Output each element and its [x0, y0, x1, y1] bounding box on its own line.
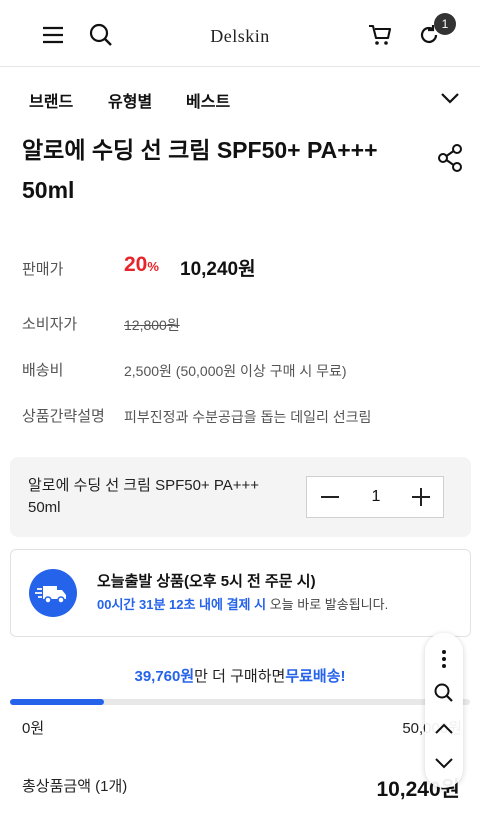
today-shipping-countdown: 00시간 31분 12초 내에 결제 시 오늘 바로 발송됩니다.	[97, 594, 388, 613]
summary-label: 상품간략설명	[22, 408, 105, 425]
progress-min-label: 0원	[22, 720, 45, 737]
quantity-stepper: 1	[306, 476, 444, 518]
total-label: 총상품금액 (1개)	[22, 778, 128, 795]
shipping-fee-value: 2,500원 (50,000원 이상 구매 시 무료)	[124, 363, 347, 379]
consumer-price: 12,800원	[124, 317, 180, 333]
search-icon[interactable]	[432, 681, 456, 705]
category-nav: 브랜드 유형별 베스트	[0, 67, 480, 127]
brand-logo[interactable]: Delskin	[0, 26, 480, 47]
top-header: Delskin 1	[0, 0, 480, 67]
increase-quantity-button[interactable]	[399, 477, 443, 517]
sale-price: 10,240원	[180, 259, 256, 280]
quantity-value[interactable]: 1	[353, 477, 399, 517]
shipping-fee-label: 배송비	[22, 362, 64, 379]
discount-unit: %	[147, 259, 159, 274]
scroll-down-icon[interactable]	[432, 751, 456, 775]
free-shipping-highlight: 무료배송!	[285, 668, 346, 685]
summary-value: 피부진정과 수분공급을 돕는 데일리 선크림	[124, 409, 372, 425]
sale-price-label: 판매가	[22, 261, 64, 278]
selected-option: 알로에 수딩 선 크림 SPF50+ PA+++ 50ml 1	[10, 457, 471, 537]
free-shipping-progress	[10, 699, 470, 705]
cart-icon[interactable]	[367, 22, 393, 48]
consumer-price-label: 소비자가	[22, 316, 78, 333]
countdown-timer: 00시간 31분 12초 내에 결제 시	[97, 597, 267, 612]
today-shipping-title: 오늘출발 상품(오후 5시 전 주문 시)	[97, 573, 316, 590]
discount-rate: 20%	[124, 253, 159, 277]
nav-item-best[interactable]: 베스트	[186, 88, 230, 112]
nav-item-brand[interactable]: 브랜드	[29, 88, 73, 112]
progress-fill	[10, 699, 105, 705]
discount-value: 20	[124, 253, 148, 276]
floating-quick-bar	[425, 633, 463, 788]
chevron-down-icon[interactable]	[439, 88, 461, 113]
scroll-up-icon[interactable]	[432, 717, 456, 741]
decrease-quantity-button[interactable]	[307, 477, 353, 517]
truck-icon	[29, 569, 77, 617]
free-shipping-middle: 만 더 구매하면	[194, 668, 286, 685]
more-options-icon[interactable]	[432, 647, 456, 671]
product-title: 알로에 수딩 선 크림 SPF50+ PA+++ 50ml	[22, 137, 378, 203]
today-shipping-notice: 오늘출발 상품(오후 5시 전 주문 시) 00시간 31분 12초 내에 결제…	[10, 549, 471, 637]
option-name: 알로에 수딩 선 크림 SPF50+ PA+++ 50ml	[28, 477, 260, 516]
cart-count-badge: 1	[434, 13, 456, 35]
remaining-amount: 39,760원	[134, 668, 195, 685]
countdown-suffix: 오늘 바로 발송됩니다.	[266, 597, 389, 612]
share-icon[interactable]	[436, 143, 464, 178]
nav-item-type[interactable]: 유형별	[108, 88, 152, 112]
free-shipping-message: 39,760원만 더 구매하면무료배송!	[0, 665, 480, 686]
